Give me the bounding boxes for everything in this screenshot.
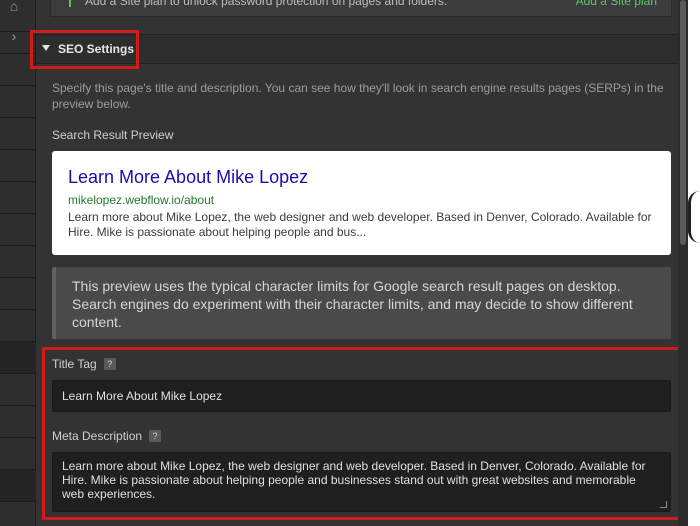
preview-note: This preview uses the typical character …: [52, 267, 671, 339]
resize-handle-icon[interactable]: [660, 501, 667, 508]
rail-item: [0, 502, 36, 526]
rail-item: [0, 374, 36, 406]
serp-preview-card: Learn More About Mike Lopez mikelopez.we…: [52, 151, 671, 255]
canvas-edge: [688, 0, 700, 526]
meta-description-label-text: Meta Description: [52, 429, 143, 443]
home-icon: ⌂: [9, 0, 19, 14]
banner-accent: [69, 0, 71, 7]
rail-item: [0, 118, 36, 150]
add-site-plan-link[interactable]: Add a Site plan: [576, 0, 657, 8]
scrollbar-thumb[interactable]: [680, 0, 686, 245]
serp-preview-title: Learn More About Mike Lopez: [68, 167, 309, 187]
serp-preview-url: mikelopez.webflow.io/about: [68, 193, 215, 207]
left-rail: ⌂ ›: [0, 0, 36, 526]
help-icon[interactable]: ?: [103, 358, 116, 370]
canvas-edge-shape: [688, 191, 700, 243]
title-tag-label: Title Tag?: [52, 357, 116, 371]
settings-panel: Add a Site plan to unlock password prote…: [30, 0, 684, 526]
title-tag-label-text: Title Tag: [52, 357, 97, 371]
rail-item-active: [0, 342, 36, 374]
search-result-preview-label: Search Result Preview: [52, 128, 174, 142]
title-tag-input[interactable]: Learn More About Mike Lopez: [52, 380, 671, 412]
serp-preview-description: Learn more about Mike Lopez, the web des…: [68, 210, 652, 239]
rail-item: [0, 150, 36, 182]
highlight-seo-header: [30, 30, 139, 69]
chevron-right-icon: ›: [11, 28, 17, 44]
preview-note-text: This preview uses the typical character …: [72, 278, 633, 330]
rail-item-active: [0, 470, 36, 502]
rail-item: [0, 310, 36, 342]
help-icon[interactable]: ?: [149, 430, 162, 442]
site-plan-banner: Add a Site plan to unlock password prote…: [50, 0, 672, 17]
page-settings-window: ⌂ › Add a Site plan to unlock password p…: [0, 0, 700, 526]
rail-item: [0, 182, 36, 214]
rail-item: [0, 86, 36, 118]
seo-description: Specify this page's title and descriptio…: [52, 81, 664, 111]
rail-item: [0, 438, 36, 470]
banner-message: Add a Site plan to unlock password prote…: [85, 0, 448, 8]
rail-item: [0, 246, 36, 278]
rail-item: [0, 214, 36, 246]
meta-description-label: Meta Description?: [52, 429, 162, 443]
meta-description-textarea[interactable]: Learn more about Mike Lopez, the web des…: [52, 452, 671, 512]
rail-item: [0, 278, 36, 310]
meta-description-value: Learn more about Mike Lopez, the web des…: [62, 459, 646, 501]
rail-item: [0, 406, 36, 438]
